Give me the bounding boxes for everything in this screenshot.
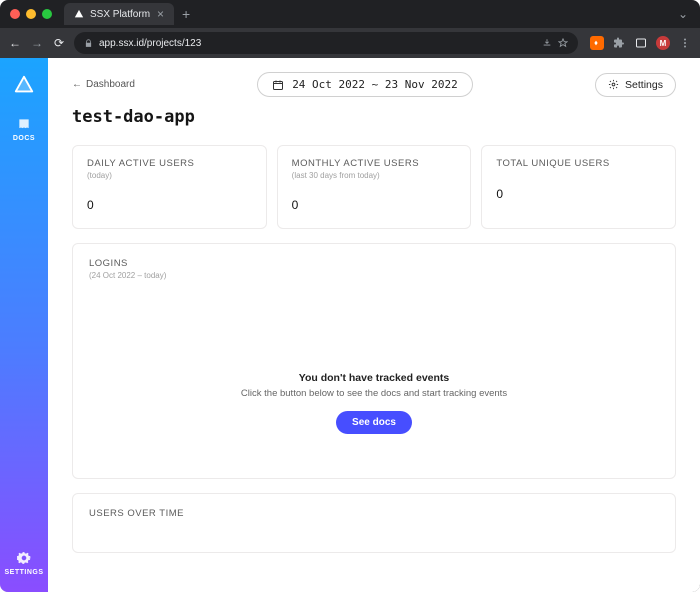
app-sidebar: DOCS SETTINGS <box>0 58 48 592</box>
card-title: MONTHLY ACTIVE USERS <box>292 158 457 169</box>
sidebar-item-docs[interactable]: DOCS <box>13 116 35 142</box>
install-pwa-icon[interactable] <box>542 38 552 48</box>
chevron-down-icon[interactable]: ⌄ <box>676 7 690 21</box>
card-total-users: TOTAL UNIQUE USERS 0 <box>481 145 676 229</box>
extension-icon[interactable] <box>590 36 604 50</box>
top-row: ← Dashboard 24 Oct 2022 ~ 23 Nov 2022 <box>72 72 676 97</box>
browser-toolbar: ← → ⟳ app.ssx.id/projects/123 <box>0 28 700 58</box>
sidebar-item-label: DOCS <box>13 135 35 142</box>
back-to-dashboard-link[interactable]: ← Dashboard <box>72 79 135 90</box>
arrow-left-icon: ← <box>72 79 82 90</box>
back-link-label: Dashboard <box>86 79 135 90</box>
empty-subtitle: Click the button below to see the docs a… <box>73 388 675 399</box>
close-window-icon[interactable] <box>10 9 20 19</box>
date-range-text: 24 Oct 2022 ~ 23 Nov 2022 <box>292 78 458 91</box>
card-title: DAILY ACTIVE USERS <box>87 158 252 169</box>
project-settings-button[interactable]: Settings <box>595 73 676 97</box>
browser-tab[interactable]: SSX Platform × <box>64 3 174 25</box>
card-value: 0 <box>87 198 252 212</box>
window-icon[interactable] <box>634 36 648 50</box>
card-mau: MONTHLY ACTIVE USERS (last 30 days from … <box>277 145 472 229</box>
window-controls <box>10 9 52 19</box>
card-value: 0 <box>292 198 457 212</box>
settings-label: Settings <box>625 79 663 91</box>
calendar-icon <box>272 79 284 91</box>
extensions: M <box>586 36 692 50</box>
new-tab-icon[interactable]: + <box>182 6 190 22</box>
app-logo-icon[interactable] <box>13 74 35 96</box>
card-dau: DAILY ACTIVE USERS (today) 0 <box>72 145 267 229</box>
titlebar: SSX Platform × + ⌄ <box>0 0 700 28</box>
book-icon <box>16 116 32 132</box>
kebab-menu-icon[interactable] <box>678 36 692 50</box>
url-text: app.ssx.id/projects/123 <box>99 38 201 49</box>
page-title: test-dao-app <box>72 107 676 127</box>
page-content: DOCS SETTINGS ← Dashboard <box>0 58 700 592</box>
star-icon[interactable] <box>558 38 568 48</box>
gear-icon <box>608 79 619 90</box>
see-docs-button[interactable]: See docs <box>336 411 412 434</box>
maximize-window-icon[interactable] <box>42 9 52 19</box>
tab-close-icon[interactable]: × <box>157 7 164 21</box>
main-area: ← Dashboard 24 Oct 2022 ~ 23 Nov 2022 <box>48 58 700 592</box>
profile-avatar-icon[interactable]: M <box>656 36 670 50</box>
empty-state: You don't have tracked events Click the … <box>73 372 675 434</box>
extensions-puzzle-icon[interactable] <box>612 36 626 50</box>
url-bar[interactable]: app.ssx.id/projects/123 <box>74 32 578 54</box>
minimize-window-icon[interactable] <box>26 9 36 19</box>
tab-title: SSX Platform <box>90 9 150 20</box>
date-range-picker[interactable]: 24 Oct 2022 ~ 23 Nov 2022 <box>257 72 473 97</box>
empty-title: You don't have tracked events <box>73 372 675 384</box>
stats-row: DAILY ACTIVE USERS (today) 0 MONTHLY ACT… <box>72 145 676 229</box>
users-over-time-panel: USERS OVER TIME <box>72 493 676 553</box>
panel-title: LOGINS <box>89 258 659 269</box>
browser-window: SSX Platform × + ⌄ ← → ⟳ app.ssx.id/proj… <box>0 0 700 592</box>
logins-panel: LOGINS (24 Oct 2022 – today) You don't h… <box>72 243 676 479</box>
forward-icon: → <box>30 36 44 50</box>
back-icon[interactable]: ← <box>8 36 22 50</box>
gear-icon <box>16 550 32 566</box>
card-subtitle: (last 30 days from today) <box>292 171 457 180</box>
tab-favicon-icon <box>74 9 84 19</box>
panel-title: USERS OVER TIME <box>89 508 659 519</box>
card-value: 0 <box>496 187 661 201</box>
card-title: TOTAL UNIQUE USERS <box>496 158 661 169</box>
sidebar-item-settings[interactable]: SETTINGS <box>4 550 43 576</box>
reload-icon[interactable]: ⟳ <box>52 36 66 50</box>
card-subtitle: (today) <box>87 171 252 180</box>
lock-icon <box>84 39 93 48</box>
panel-subtitle: (24 Oct 2022 – today) <box>89 271 659 280</box>
sidebar-item-label: SETTINGS <box>4 569 43 576</box>
